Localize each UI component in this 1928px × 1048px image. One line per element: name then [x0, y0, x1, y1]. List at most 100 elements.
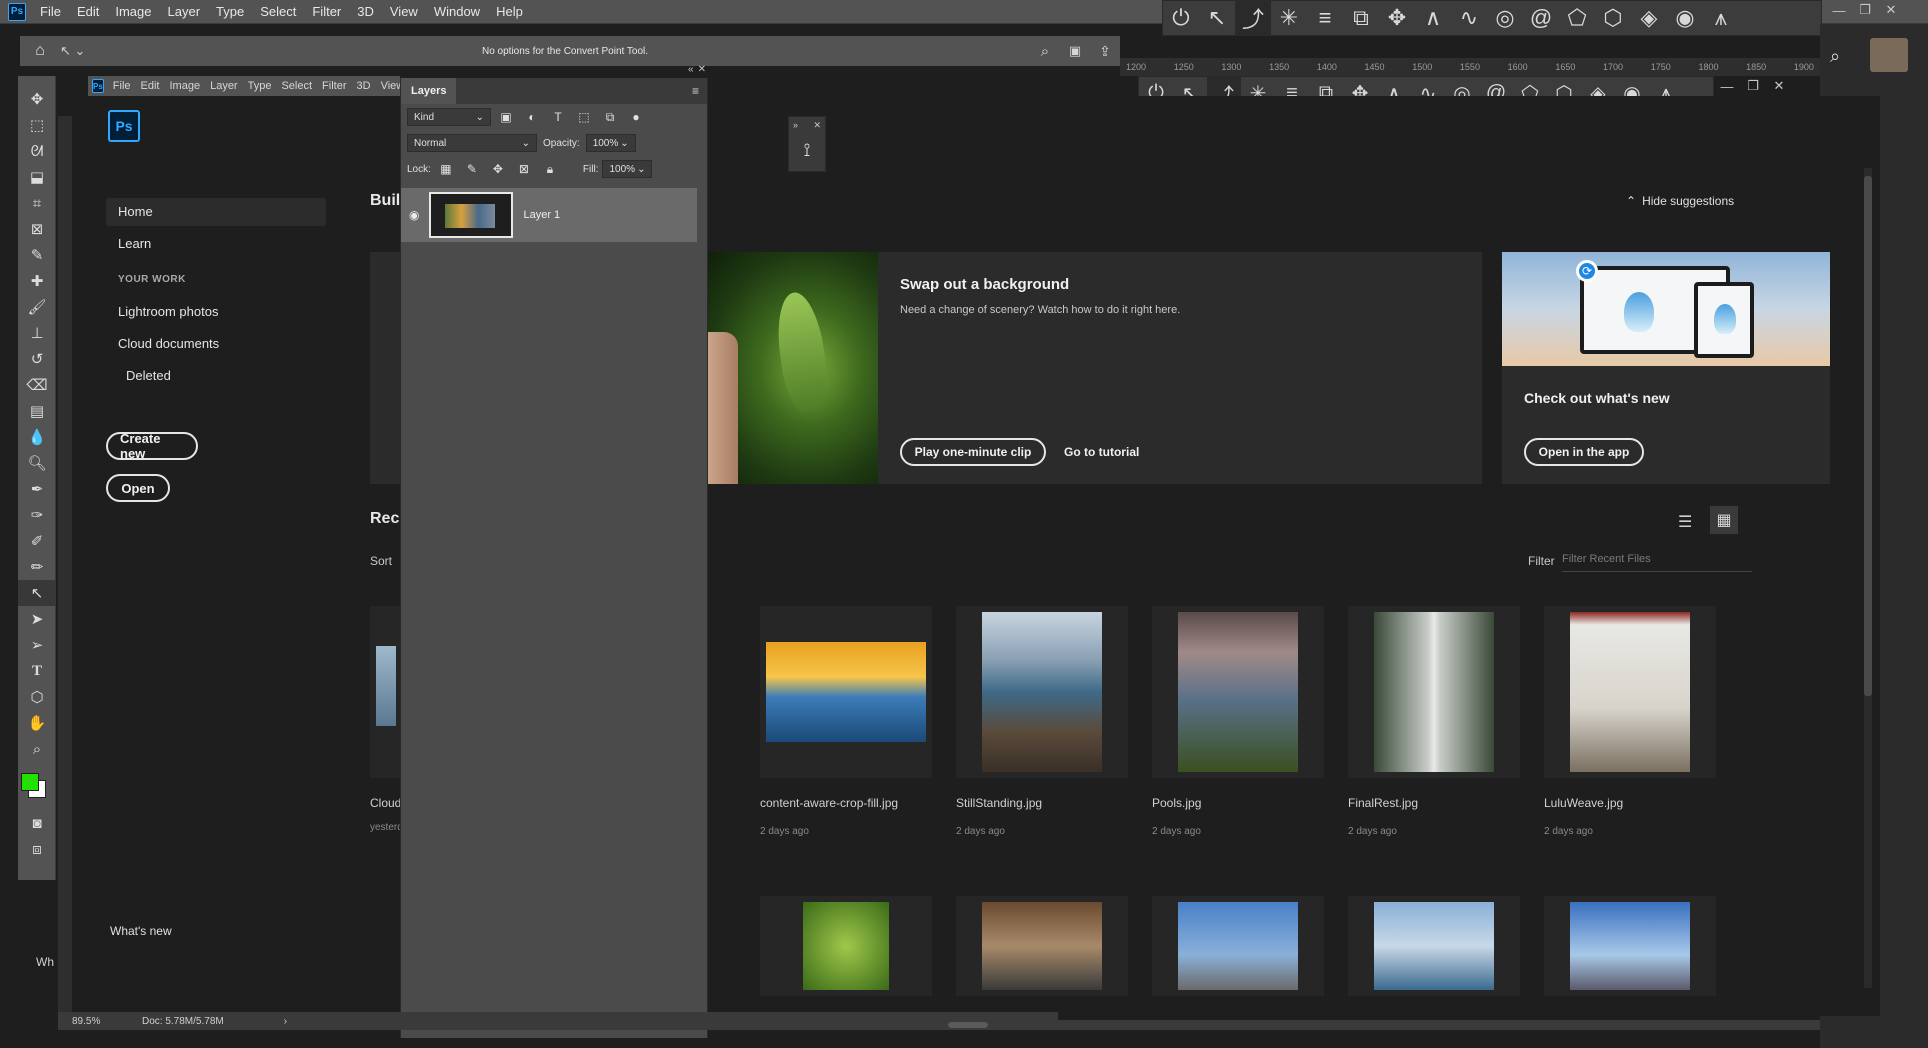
chevron-right-icon[interactable]: › — [224, 1016, 287, 1027]
home-scrollbar[interactable] — [1864, 168, 1872, 988]
file-card[interactable] — [956, 896, 1128, 996]
lock-transparency-icon[interactable]: ▦ — [435, 162, 457, 176]
restore-icon[interactable]: ❐ — [1852, 0, 1878, 20]
play-clip-button[interactable]: Play one-minute clip — [900, 438, 1046, 466]
sort-label[interactable]: Sort — [370, 554, 392, 568]
history-brush-tool-icon[interactable]: ↺ — [18, 346, 56, 372]
diamond-icon[interactable]: ◈ — [1631, 1, 1667, 35]
pixel-filter-icon[interactable]: ▣ — [495, 110, 517, 124]
hand-tool-icon[interactable]: ✋ — [18, 710, 56, 736]
lock-all-icon[interactable]: 🔒︎ — [539, 162, 561, 177]
open-in-app-button[interactable]: Open in the app — [1524, 438, 1644, 466]
menu-help[interactable]: Help — [488, 0, 531, 24]
sidebar-item-cloud-documents[interactable]: Cloud documents — [106, 330, 326, 358]
power-icon[interactable]: ⏻ — [1163, 1, 1199, 35]
zoom-tool-icon[interactable]: ⌕ — [18, 736, 56, 762]
file-card[interactable]: Pools.jpg 2 days ago — [1152, 606, 1324, 837]
minimize-icon[interactable]: — — [1714, 76, 1740, 96]
search-icon[interactable]: ⌕ — [1030, 43, 1060, 60]
adjustment-filter-icon[interactable]: ◐ — [521, 110, 543, 124]
menu-edit[interactable]: Edit — [136, 80, 165, 92]
sidebar-item-learn[interactable]: Learn — [106, 230, 326, 258]
menu-edit[interactable]: Edit — [69, 0, 107, 24]
menu-layer[interactable]: Layer — [205, 80, 243, 92]
add-anchor-tool-icon[interactable]: ✏ — [18, 554, 56, 580]
type-tool-icon[interactable]: T — [18, 658, 56, 684]
lock-position-icon[interactable]: ✥ — [487, 162, 509, 176]
marquee-tool-icon[interactable]: ⬚ — [18, 112, 56, 138]
pointer-icon[interactable]: ↖ — [1199, 1, 1235, 35]
smart-object-filter-icon[interactable]: ⧉ — [599, 110, 621, 125]
avatar[interactable] — [1870, 38, 1908, 72]
menu-3d[interactable]: 3D — [352, 80, 376, 92]
menu-view[interactable]: View — [382, 0, 426, 24]
collapse-icon[interactable]: « — [688, 64, 694, 75]
close-icon[interactable]: ✕ — [698, 64, 706, 75]
fill-input[interactable]: 100% ⌄ — [602, 160, 653, 178]
workspace-icon[interactable]: ▣ — [1060, 43, 1090, 59]
visibility-eye-icon[interactable]: ◉ — [409, 208, 419, 222]
close-icon[interactable]: ✕ — [1766, 76, 1792, 96]
opacity-input[interactable]: 100% ⌄ — [585, 134, 636, 152]
type-filter-icon[interactable]: T — [547, 110, 569, 124]
grid-view-icon[interactable]: ▦ — [1710, 506, 1738, 534]
frame-icon[interactable]: ⧉ — [1343, 1, 1379, 35]
gradient-tool-icon[interactable]: ▤ — [18, 398, 56, 424]
curvature-pen-tool-icon[interactable]: ✐ — [18, 528, 56, 554]
filter-toggle-icon[interactable]: ● — [625, 110, 647, 124]
lasso-tool-icon[interactable]: ᘛ — [18, 138, 56, 164]
hide-suggestions-button[interactable]: ⌃ Hide suggestions — [1626, 194, 1734, 208]
list-view-icon[interactable]: ☰ — [1678, 512, 1692, 532]
lock-pixels-icon[interactable]: ✎ — [461, 162, 483, 176]
file-card[interactable] — [760, 896, 932, 996]
eraser-tool-icon[interactable]: ⌫ — [18, 372, 56, 398]
convert-point-tool-icon[interactable]: ↖ — [18, 580, 56, 606]
circle-icon[interactable]: ◉ — [1667, 1, 1703, 35]
path-tool-icon[interactable]: ⟟ — [789, 133, 825, 167]
go-to-tutorial-link[interactable]: Go to tutorial — [1064, 445, 1139, 459]
menu-type[interactable]: Type — [208, 0, 252, 24]
file-card[interactable] — [1544, 896, 1716, 996]
menu-3d[interactable]: 3D — [349, 0, 382, 24]
menu-image[interactable]: Image — [107, 0, 159, 24]
menu-select[interactable]: Select — [276, 80, 317, 92]
minimize-icon[interactable]: — — [1826, 0, 1852, 20]
move-tool-icon[interactable]: ✥ — [18, 86, 56, 112]
ring-icon[interactable]: ◎ — [1487, 1, 1523, 35]
home-icon[interactable]: ⌂ — [20, 42, 60, 60]
layer-name[interactable]: Layer 1 — [523, 209, 560, 221]
arch-icon[interactable]: ⩚ — [1703, 1, 1739, 35]
restore-icon[interactable]: ❐ — [1740, 76, 1766, 96]
cube-icon[interactable]: ⬡ — [1595, 1, 1631, 35]
shape-filter-icon[interactable]: ⬚ — [573, 110, 595, 124]
convert-point-tool-icon[interactable]: ↖ ⌄ — [60, 43, 100, 59]
pen-tool-icon[interactable]: ✒ — [18, 476, 56, 502]
spot-healing-tool-icon[interactable]: ✚ — [18, 268, 56, 294]
color-swatches[interactable] — [18, 770, 55, 810]
screen-mode-icon[interactable]: ⧈ — [18, 836, 56, 862]
whats-new-link[interactable]: What's new — [110, 924, 172, 938]
filter-input[interactable]: Filter Recent Files — [1562, 546, 1752, 572]
file-card[interactable]: content-aware-crop-fill.jpg 2 days ago — [760, 606, 932, 837]
quick-mask-icon[interactable]: ◙ — [18, 810, 56, 836]
path-selection-tool-icon[interactable]: ➤ — [18, 606, 56, 632]
file-card[interactable]: LuluWeave.jpg 2 days ago — [1544, 606, 1716, 837]
eyedropper-tool-icon[interactable]: ✎ — [18, 242, 56, 268]
menu-filter[interactable]: Filter — [304, 0, 349, 24]
shape-tool-icon[interactable]: ⬡ — [18, 684, 56, 710]
panel-menu-icon[interactable]: ≡ — [692, 84, 699, 98]
menu-filter[interactable]: Filter — [317, 80, 351, 92]
menu-file[interactable]: File — [108, 80, 136, 92]
spiral-icon[interactable]: @ — [1523, 1, 1559, 35]
close-icon[interactable]: ✕ — [1878, 0, 1904, 20]
file-card[interactable] — [1152, 896, 1324, 996]
angle-icon[interactable]: ∧ — [1415, 1, 1451, 35]
horizontal-scrollbar[interactable] — [708, 1020, 1820, 1030]
expand-icon[interactable]: » — [793, 120, 798, 130]
align-lines-icon[interactable]: ≡ — [1307, 1, 1343, 35]
shape-icon[interactable]: ⬠ — [1559, 1, 1595, 35]
file-card[interactable] — [1348, 896, 1520, 996]
light-burst-icon[interactable]: ✳ — [1271, 1, 1307, 35]
menu-type[interactable]: Type — [243, 80, 277, 92]
create-new-button[interactable]: Create new — [106, 431, 198, 461]
